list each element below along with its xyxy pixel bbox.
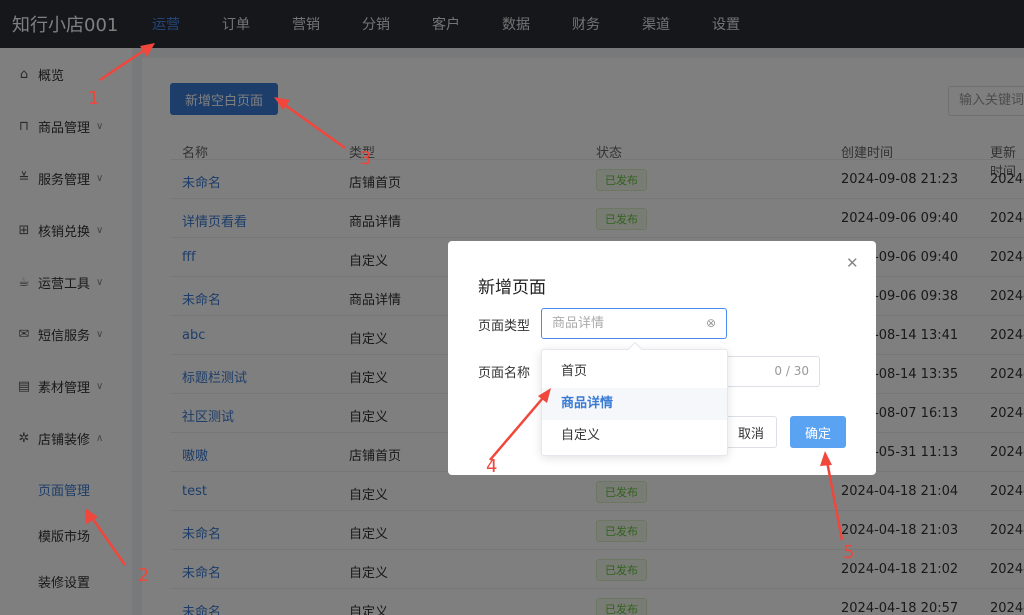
page-type-select[interactable]: 商品详情 ⊗ <box>541 308 727 339</box>
dialog-title: 新增页面 <box>478 278 546 298</box>
page-type-dropdown: 首页 商品详情 自定义 <box>541 341 728 456</box>
confirm-button[interactable]: 确定 <box>790 416 846 448</box>
page-name-input[interactable]: 0 / 30 <box>727 356 820 387</box>
page-name-label: 页面名称 <box>478 366 531 381</box>
cancel-button[interactable]: 取消 <box>725 416 777 448</box>
annotation-number-5: 5 <box>843 542 855 563</box>
char-counter: 0 / 30 <box>774 364 809 378</box>
dropdown-option-2[interactable]: 自定义 <box>542 420 727 452</box>
annotation-number-3: 3 <box>360 148 372 169</box>
dropdown-option-1[interactable]: 商品详情 <box>542 388 727 420</box>
annotation-number-2: 2 <box>138 565 150 586</box>
dropdown-option-0[interactable]: 首页 <box>542 356 727 388</box>
annotation-number-1: 1 <box>88 88 100 109</box>
clear-icon[interactable]: ⊗ <box>706 309 716 338</box>
page-type-placeholder: 商品详情 <box>552 316 605 331</box>
page-type-label: 页面类型 <box>478 319 531 334</box>
annotation-number-4: 4 <box>486 456 498 477</box>
close-icon[interactable]: ✕ <box>846 254 859 272</box>
